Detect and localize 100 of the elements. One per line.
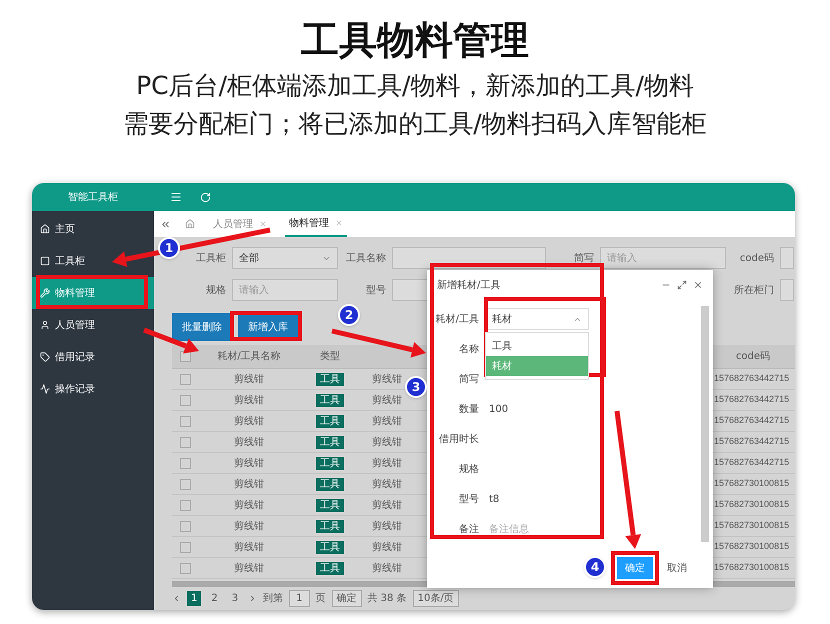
- checkbox[interactable]: [180, 542, 190, 552]
- table-cell-text: 157682730100815: [713, 519, 790, 532]
- table-cell-text: 剪线钳: [233, 414, 265, 428]
- filter-label: 规格: [205, 284, 227, 298]
- page-number[interactable]: 1: [187, 590, 202, 606]
- filter-input[interactable]: [780, 247, 794, 269]
- dialog-button[interactable]: 取消: [663, 557, 691, 579]
- close-icon[interactable]: [693, 280, 703, 290]
- filter-label: 简写: [573, 252, 595, 266]
- type-tag: 工具: [316, 562, 344, 574]
- filter-label: 型号: [365, 284, 387, 298]
- table-cell-text: 157682730100815: [713, 561, 790, 574]
- highlight-frame: [611, 551, 659, 585]
- sidebar-label: 借用记录: [55, 350, 95, 364]
- page-size-select[interactable]: 10条/页: [412, 590, 459, 606]
- filter-label: 工具名称: [346, 252, 387, 266]
- type-tag: 工具: [316, 436, 344, 448]
- table-cell-text: 剪线钳: [371, 456, 403, 470]
- column-header: 类型: [319, 350, 341, 364]
- home-icon: [40, 224, 50, 234]
- table-cell-text: 剪线钳: [233, 540, 265, 554]
- checkbox[interactable]: [180, 416, 190, 426]
- dropdown-option[interactable]: 工具: [486, 336, 588, 356]
- type-select[interactable]: 耗材: [485, 308, 589, 330]
- goto-page-field[interactable]: 1: [289, 590, 310, 606]
- form-label: 借用时长: [438, 432, 480, 446]
- filter-input[interactable]: 请输入: [232, 279, 338, 301]
- menu-icon[interactable]: [170, 191, 182, 203]
- filter-label: code码: [738, 252, 775, 266]
- table-cell-text: 剪线钳: [371, 520, 403, 534]
- sidebar-item[interactable]: 主页: [32, 213, 154, 245]
- user-icon: [40, 320, 50, 330]
- sidebar-item[interactable]: 操作记录: [32, 373, 154, 405]
- table-cell-text: 剪线钳: [233, 520, 265, 534]
- vertical-scrollbar[interactable]: [701, 306, 709, 542]
- table-cell-text: 剪线钳: [233, 394, 265, 408]
- wrench-icon: [40, 288, 50, 298]
- type-tag: 工具: [316, 498, 344, 512]
- refresh-icon[interactable]: [200, 192, 211, 202]
- checkbox[interactable]: [180, 374, 190, 384]
- headline-text: 需要分配柜门；将已添加的工具/物料扫码入库智能柜: [123, 108, 707, 140]
- total-count: 共 38 条: [368, 592, 407, 606]
- table-cell-text: 剪线钳: [233, 562, 265, 576]
- pulse-icon: [40, 384, 50, 394]
- form-input[interactable]: t8: [485, 488, 589, 510]
- maximize-icon[interactable]: [677, 280, 687, 290]
- form-label: 规格: [458, 462, 480, 476]
- goto-button[interactable]: 确定: [332, 590, 362, 606]
- sidebar-item[interactable]: 工具柜: [32, 245, 154, 277]
- sidebar-item[interactable]: 借用记录: [32, 341, 154, 373]
- action-button[interactable]: 批量删除: [172, 313, 232, 341]
- table-cell-text: 157682730100815: [713, 540, 790, 554]
- home-icon[interactable]: [185, 219, 195, 229]
- checkbox[interactable]: [180, 520, 190, 532]
- goto-label: 到第: [263, 592, 284, 606]
- sidebar-label: 人员管理: [55, 318, 95, 332]
- form-label: 数量: [458, 402, 480, 416]
- table-cell-text: 剪线钳: [371, 498, 403, 512]
- highlight-frame: [230, 311, 302, 341]
- square-icon: [40, 256, 50, 266]
- tag-icon: [40, 352, 50, 362]
- page-unit: 页: [316, 592, 326, 606]
- filter-select[interactable]: 全部: [232, 247, 338, 269]
- table-cell-text: 剪线钳: [371, 394, 403, 408]
- checkbox[interactable]: [180, 458, 190, 468]
- table-cell-text: 剪线钳: [371, 414, 403, 428]
- collapse-icon[interactable]: [160, 218, 171, 230]
- table-cell-text: 157682763442715: [713, 435, 790, 448]
- filter-label: 所在柜门: [734, 284, 775, 298]
- table-cell-text: 157682763442715: [713, 372, 790, 386]
- form-label: 简写: [458, 372, 480, 386]
- headline-title: 工具物料管理: [301, 17, 529, 64]
- filter-input[interactable]: 请输入: [600, 247, 726, 269]
- filter-input[interactable]: [780, 279, 794, 301]
- type-tag: 工具: [316, 394, 344, 406]
- headline-text: PC后台/柜体端添加工具/物料，新添加的工具/物料: [136, 70, 694, 102]
- type-tag: 工具: [316, 540, 344, 554]
- filter-label: 工具柜: [195, 252, 227, 266]
- table-cell-text: 剪线钳: [371, 478, 403, 492]
- sidebar-label: 工具柜: [55, 254, 85, 268]
- page-tab[interactable]: 人员管理: [209, 211, 271, 237]
- table-cell-text: 剪线钳: [233, 436, 265, 450]
- column-header: code码: [734, 350, 772, 364]
- previous-page-icon[interactable]: [172, 594, 181, 602]
- table-cell-text: 剪线钳: [371, 562, 403, 576]
- checkbox[interactable]: [180, 562, 190, 574]
- form-input[interactable]: 备注信息: [485, 518, 589, 540]
- table-cell-text: 剪线钳: [233, 456, 265, 470]
- checkbox[interactable]: [180, 500, 190, 510]
- checkbox[interactable]: [180, 478, 190, 490]
- form-label: 备注: [458, 522, 480, 536]
- page-number[interactable]: 3: [228, 590, 242, 606]
- form-label: 名称: [458, 342, 480, 356]
- sidebar-item[interactable]: 人员管理: [32, 309, 154, 341]
- checkbox[interactable]: [180, 436, 190, 448]
- page-number[interactable]: 2: [207, 590, 222, 606]
- form-input[interactable]: 100: [485, 398, 589, 420]
- form-label: 型号: [458, 492, 480, 506]
- table-cell-text: 剪线钳: [233, 478, 265, 492]
- checkbox[interactable]: [180, 394, 190, 406]
